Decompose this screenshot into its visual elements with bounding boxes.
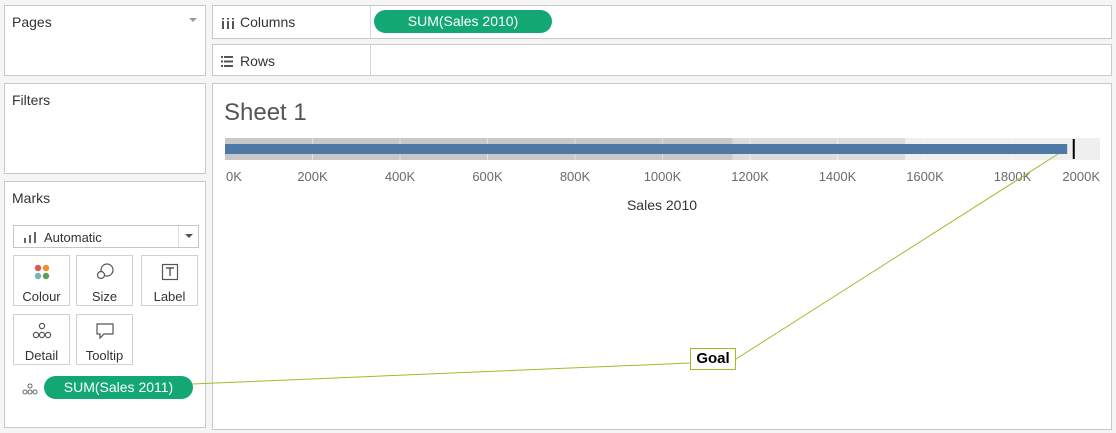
pages-card[interactable]: Pages bbox=[4, 5, 206, 76]
size-label: Size bbox=[91, 289, 118, 304]
columns-field-pill[interactable]: SUM(Sales 2010) bbox=[374, 10, 552, 33]
label-button[interactable]: Label bbox=[141, 255, 198, 306]
rows-label: Rows bbox=[240, 53, 276, 69]
mark-type-value: Automatic bbox=[44, 230, 102, 245]
x-tick-label: 2000K bbox=[1062, 169, 1100, 184]
columns-label-cell: Columns bbox=[213, 6, 371, 38]
marks-card: Marks Automatic Colour Size Label Detail… bbox=[4, 181, 206, 428]
colour-label: Colour bbox=[22, 289, 61, 304]
text-icon bbox=[142, 263, 197, 281]
x-tick-label: 1400K bbox=[819, 169, 857, 184]
detail-field-icon bbox=[22, 382, 38, 400]
size-icon bbox=[77, 263, 132, 281]
columns-shelf[interactable]: Columns SUM(Sales 2010) bbox=[212, 5, 1112, 39]
x-tick-label: 400K bbox=[385, 169, 416, 184]
detail-icon bbox=[14, 322, 69, 340]
x-tick-label: 600K bbox=[472, 169, 503, 184]
tooltip-label: Tooltip bbox=[85, 348, 124, 363]
x-tick-label: 1600K bbox=[906, 169, 944, 184]
columns-icon bbox=[222, 16, 234, 34]
tooltip-button[interactable]: Tooltip bbox=[76, 314, 133, 365]
x-tick-label: 1000K bbox=[644, 169, 682, 184]
x-tick-label: 800K bbox=[560, 169, 591, 184]
viz-pane: Sheet 1 0K 200K 400K 600K 800K 1000K 1200K 1400… bbox=[212, 83, 1112, 430]
label-label: Label bbox=[153, 289, 186, 304]
marks-field-pill[interactable]: SUM(Sales 2011) bbox=[44, 376, 193, 399]
filters-card[interactable]: Filters bbox=[4, 83, 206, 174]
rows-label-cell: Rows bbox=[213, 45, 371, 75]
rows-shelf[interactable]: Rows bbox=[212, 44, 1112, 76]
x-axis-title: Sales 2010 bbox=[627, 197, 697, 213]
mark-type-dropdown[interactable]: Automatic bbox=[13, 225, 199, 248]
colour-button[interactable]: Colour bbox=[13, 255, 70, 306]
columns-label: Columns bbox=[240, 14, 296, 30]
x-tick-label: 1800K bbox=[994, 169, 1032, 184]
goal-annotation[interactable]: Goal bbox=[690, 348, 736, 370]
pages-dropdown-icon[interactable] bbox=[189, 18, 197, 22]
x-tick-label: 0K bbox=[226, 169, 242, 184]
size-button[interactable]: Size bbox=[76, 255, 133, 306]
filters-title: Filters bbox=[12, 92, 51, 108]
pages-title: Pages bbox=[12, 14, 52, 30]
x-tick-label: 1200K bbox=[731, 169, 769, 184]
marks-title: Marks bbox=[12, 190, 51, 206]
bar-chart-icon bbox=[24, 232, 38, 243]
sales-2010-bar bbox=[225, 144, 1068, 154]
detail-label: Detail bbox=[24, 348, 59, 363]
tooltip-icon bbox=[77, 322, 132, 340]
rows-icon bbox=[221, 54, 233, 72]
detail-button[interactable]: Detail bbox=[13, 314, 70, 365]
color-dots-icon bbox=[14, 263, 69, 281]
chevron-down-icon[interactable] bbox=[178, 226, 198, 247]
bullet-chart: 0K 200K 400K 600K 800K 1000K 1200K 1400K 1600K 18… bbox=[225, 138, 1100, 213]
x-tick-label: 200K bbox=[297, 169, 328, 184]
